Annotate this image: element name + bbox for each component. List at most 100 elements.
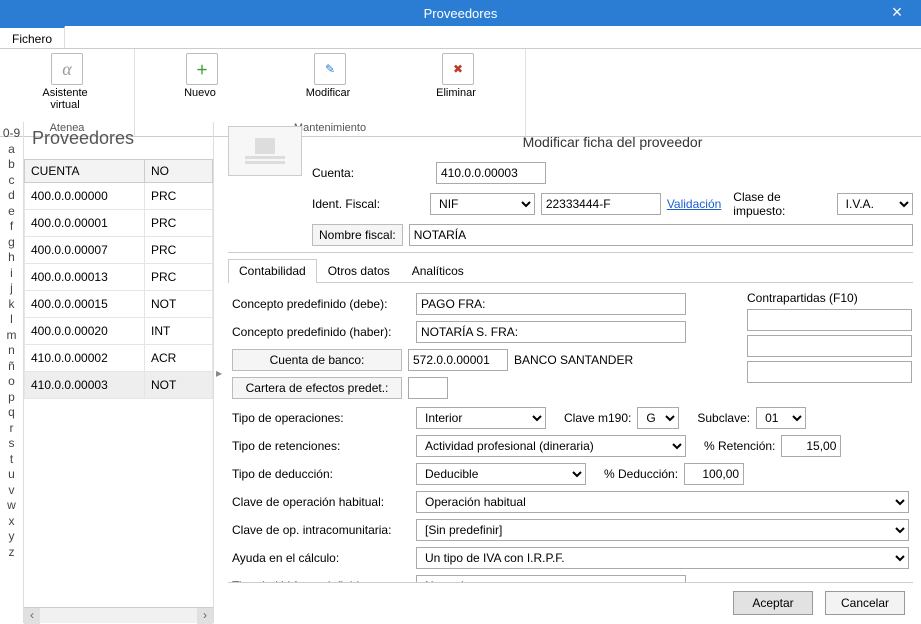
contra-row-1: … … <box>747 309 907 331</box>
table-row[interactable]: 410.0.0.00002ACR <box>25 345 213 372</box>
conc-debe-field[interactable] <box>416 293 686 315</box>
alpha-z[interactable]: z <box>9 545 15 561</box>
detail-tabs: Contabilidad Otros datos Analíticos <box>228 259 913 283</box>
cartera-button[interactable]: Cartera de efectos predet.: <box>232 377 402 399</box>
close-icon[interactable]: × <box>879 0 915 26</box>
cta-banco-button[interactable]: Cuenta de banco: <box>232 349 402 371</box>
alpha-v[interactable]: v <box>9 483 15 499</box>
tab-analiticos[interactable]: Analíticos <box>401 259 475 282</box>
alpha-y[interactable]: y <box>9 529 15 545</box>
table-row[interactable]: 400.0.0.00000PRC <box>25 183 213 210</box>
col-cuenta[interactable]: CUENTA <box>25 160 145 183</box>
alpha-h[interactable]: h <box>8 250 15 266</box>
lbl-ayuda-calc: Ayuda en el cálculo: <box>232 551 410 565</box>
cta-banco-nom: BANCO SANTANDER <box>514 353 633 367</box>
pct-ded-field[interactable] <box>684 463 744 485</box>
alpha-f[interactable]: f <box>10 219 13 235</box>
alpha-d[interactable]: d <box>8 188 15 204</box>
alpha-i[interactable]: i <box>10 266 13 282</box>
tipo-iva-select[interactable]: Normal <box>416 575 686 582</box>
tipo-ret-select[interactable]: Actividad profesional (dineraria) <box>416 435 686 457</box>
tab-otros[interactable]: Otros datos <box>317 259 401 282</box>
validacion-link[interactable]: Validación <box>667 197 721 211</box>
cancelar-button[interactable]: Cancelar <box>825 591 905 615</box>
table-row[interactable]: 400.0.0.00020INT <box>25 318 213 345</box>
conc-haber-field[interactable] <box>416 321 686 343</box>
table-row[interactable]: 400.0.0.00013PRC <box>25 264 213 291</box>
asistente-virtual-button[interactable]: α Asistente virtual <box>8 53 126 111</box>
contra-input-1[interactable] <box>747 309 912 331</box>
cartera-field[interactable] <box>408 377 448 399</box>
tab-body-contabilidad: Contrapartidas (F10) … … … … … … <box>228 283 913 582</box>
lbl-clave190: Clave m190: <box>564 411 631 425</box>
nombre-field[interactable] <box>409 224 913 246</box>
alpha-n[interactable]: n <box>8 343 15 359</box>
alpha-m[interactable]: m <box>7 328 17 344</box>
table-row[interactable]: 410.0.0.00003NOT <box>25 372 213 399</box>
nombre-fiscal-button[interactable]: Nombre fiscal: <box>312 224 403 246</box>
subclave-select[interactable]: 01 <box>756 407 806 429</box>
lbl-clave-intra: Clave de op. intracomunitaria: <box>232 523 410 537</box>
ribbon-tab-fichero[interactable]: Fichero <box>0 26 65 48</box>
tipo-ded-select[interactable]: Deducible <box>416 463 586 485</box>
cta-banco-field[interactable] <box>408 349 508 371</box>
alpha-k[interactable]: k <box>9 297 15 313</box>
alpha-t[interactable]: t <box>10 452 13 468</box>
alpha-ñ[interactable]: ñ <box>8 359 15 375</box>
eliminar-button[interactable]: ✖ Eliminar <box>399 53 517 99</box>
providers-grid[interactable]: CUENTA NO 400.0.0.00000PRC400.0.0.00001P… <box>24 159 213 607</box>
col-no[interactable]: NO <box>145 160 213 183</box>
cuenta-field[interactable] <box>436 162 546 184</box>
alpha-q[interactable]: q <box>8 405 15 421</box>
alpha-w[interactable]: w <box>7 498 16 514</box>
table-row[interactable]: 400.0.0.00007PRC <box>25 237 213 264</box>
titlebar: Proveedores × <box>0 0 921 26</box>
contrapartidas-group: Contrapartidas (F10) … … … … … … <box>747 291 907 387</box>
alpha-c[interactable]: c <box>9 173 15 189</box>
splitter[interactable]: ▸ <box>214 122 224 623</box>
alpha-g[interactable]: g <box>8 235 15 251</box>
scroll-right-icon[interactable]: › <box>197 608 213 624</box>
aceptar-button[interactable]: Aceptar <box>733 591 813 615</box>
alpha-0-9[interactable]: 0-9 <box>3 126 20 142</box>
table-row[interactable]: 400.0.0.00001PRC <box>25 210 213 237</box>
alpha-l[interactable]: l <box>10 312 13 328</box>
tipo-op-select[interactable]: Interior <box>416 407 546 429</box>
clase-imp-select[interactable]: I.V.A. <box>837 193 913 215</box>
lbl-tipo-ret: Tipo de retenciones: <box>232 439 410 453</box>
form-title: Modificar ficha del proveedor <box>523 134 703 150</box>
identf-tipo-select[interactable]: NIF <box>430 193 535 215</box>
h-scrollbar[interactable]: ‹ › <box>24 607 213 623</box>
alpha-e[interactable]: e <box>8 204 15 220</box>
alpha-strip: 0-9abcdefghijklmnñopqrstuvwxyz <box>0 122 24 623</box>
table-row[interactable]: 400.0.0.00015NOT <box>25 291 213 318</box>
clave190-select[interactable]: G <box>637 407 679 429</box>
modificar-button[interactable]: ✎ Modificar <box>271 53 389 99</box>
alpha-b[interactable]: b <box>8 157 15 173</box>
clave-op-select[interactable]: Operación habitual <box>416 491 909 513</box>
list-title: Proveedores <box>24 122 213 159</box>
alpha-x[interactable]: x <box>9 514 15 530</box>
lbl-identf: Ident. Fiscal: <box>312 197 424 211</box>
alpha-r[interactable]: r <box>10 421 14 437</box>
alpha-u[interactable]: u <box>8 467 15 483</box>
contra-input-2[interactable] <box>747 335 912 357</box>
scroll-left-icon[interactable]: ‹ <box>24 608 40 624</box>
alpha-s[interactable]: s <box>9 436 15 452</box>
alpha-p[interactable]: p <box>8 390 15 406</box>
contra-input-3[interactable] <box>747 361 912 383</box>
photo-placeholder[interactable] <box>228 126 302 176</box>
lbl-conc-debe: Concepto predefinido (debe): <box>232 297 410 311</box>
ayuda-calc-select[interactable]: Un tipo de IVA con I.R.P.F. <box>416 547 909 569</box>
lbl-pct-ded: % Deducción: <box>604 467 678 481</box>
lbl-tipo-op: Tipo de operaciones: <box>232 411 410 425</box>
clave-intra-select[interactable]: [Sin predefinir] <box>416 519 909 541</box>
nuevo-button[interactable]: ＋ Nuevo <box>143 53 261 99</box>
tab-contabilidad[interactable]: Contabilidad <box>228 259 317 283</box>
alpha-a[interactable]: a <box>8 142 15 158</box>
alpha-o[interactable]: o <box>8 374 15 390</box>
pct-ret-field[interactable] <box>781 435 841 457</box>
identf-num-field[interactable] <box>541 193 661 215</box>
alpha-j[interactable]: j <box>10 281 13 297</box>
lbl-contrap: Contrapartidas (F10) <box>747 291 907 305</box>
